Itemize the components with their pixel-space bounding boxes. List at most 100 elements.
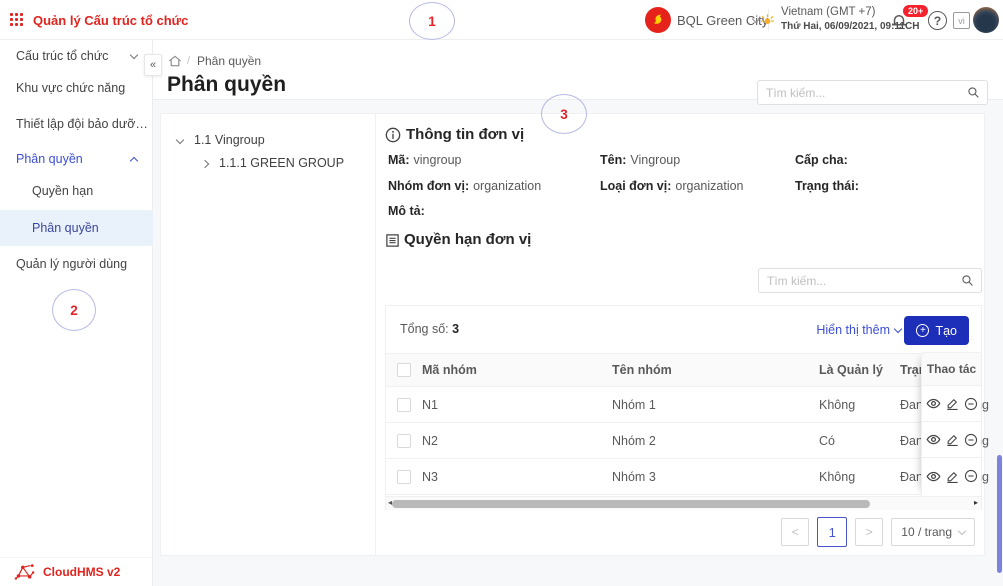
vertical-scrollbar-thumb[interactable]	[997, 455, 1002, 573]
application-window: Quản lý Cấu trúc tổ chức BQL Green City …	[0, 0, 1003, 586]
row-actions	[922, 458, 981, 494]
fixed-action-column: Thao tác	[921, 353, 981, 496]
app-grid-icon[interactable]	[10, 13, 24, 27]
horizontal-scrollbar[interactable]: ◂ ▸	[386, 496, 981, 510]
field-ten: Tên:Vingroup	[600, 151, 680, 169]
home-icon[interactable]	[168, 54, 182, 68]
chevron-down-icon[interactable]	[130, 51, 138, 59]
cell-code: N3	[422, 470, 612, 484]
row-actions	[922, 422, 981, 458]
user-avatar[interactable]	[973, 7, 999, 33]
info-circle-icon	[385, 127, 401, 143]
field-ma: Mã:vingroup	[388, 151, 461, 169]
page-search-box	[757, 80, 988, 105]
row-checkbox[interactable]	[397, 398, 411, 412]
sidebar-item-khu-vuc-chuc-nang[interactable]: Khu vực chức năng	[16, 81, 125, 95]
plus-circle-icon: +	[916, 324, 929, 337]
table-row[interactable]: N1 Nhóm 1 Không Đang hoạt động	[386, 387, 981, 423]
permissions-search-box	[758, 268, 982, 293]
cell-is-manager: Không	[819, 470, 900, 484]
pagination: < 1 > 10 / trang	[385, 517, 975, 547]
help-icon[interactable]: ?	[928, 11, 947, 30]
tree-node-green-group[interactable]: 1.1.1 GREEN GROUP	[219, 156, 344, 170]
column-ma-nhom: Mã nhóm	[422, 363, 612, 377]
field-mo-ta: Mô tả:	[388, 202, 429, 220]
sidebar-item-label: Phân quyền	[32, 221, 99, 235]
cloudhms-logo-icon	[14, 563, 35, 582]
cell-name: Nhóm 2	[612, 434, 819, 448]
sidebar-item-quan-ly-nguoi-dung[interactable]: Quản lý người dùng	[16, 257, 127, 271]
page-size-select[interactable]: 10 / trang	[891, 518, 975, 546]
cell-code: N2	[422, 434, 612, 448]
table-header-row: Mã nhóm Tên nhóm Là Quản lý Trạng thái	[386, 353, 981, 387]
view-icon[interactable]	[926, 432, 941, 447]
page-title: Phân quyền	[167, 73, 286, 97]
breadcrumb-current[interactable]: Phân quyền	[197, 54, 261, 68]
remove-icon[interactable]	[964, 397, 978, 411]
permissions-title: Quyền hạn đơn vị	[404, 231, 531, 248]
edit-icon[interactable]	[946, 433, 959, 446]
app-title: Quản lý Cấu trúc tổ chức	[33, 13, 188, 28]
table-row[interactable]: N2 Nhóm 2 Có Đang hoạt động	[386, 423, 981, 459]
prev-page-button[interactable]: <	[781, 518, 809, 546]
search-icon[interactable]	[961, 274, 974, 287]
sidebar-item-cau-truc-to-chuc[interactable]: Cấu trúc tổ chức	[16, 49, 108, 63]
row-checkbox[interactable]	[397, 434, 411, 448]
chevron-up-icon[interactable]	[130, 157, 138, 165]
search-icon[interactable]	[967, 86, 980, 99]
field-nhom-don-vi: Nhóm đơn vị:organization	[388, 177, 541, 195]
current-page-button[interactable]: 1	[817, 517, 847, 547]
field-trang-thai: Trạng thái:	[795, 177, 863, 195]
cell-code: N1	[422, 398, 612, 412]
next-page-button[interactable]: >	[855, 518, 883, 546]
remove-icon[interactable]	[964, 433, 978, 447]
annotation-circle-2: 2	[52, 289, 96, 331]
view-icon[interactable]	[926, 469, 941, 484]
column-la-quan-ly: Là Quản lý	[819, 363, 900, 377]
sidebar-item-phan-quyen-selected[interactable]: Phân quyền	[0, 210, 153, 246]
column-ten-nhom: Tên nhóm	[612, 363, 819, 377]
scroll-right-icon[interactable]: ▸	[974, 498, 978, 507]
table-list-icon	[385, 233, 400, 248]
language-selector[interactable]: vi	[953, 12, 970, 29]
annotation-circle-3: 3	[541, 94, 587, 134]
sidebar-footer: CloudHMS v2	[0, 557, 152, 586]
column-thao-tac: Thao tác	[922, 352, 981, 386]
swan-logo-icon	[650, 12, 666, 28]
chevron-down-icon	[894, 324, 902, 332]
edit-icon[interactable]	[946, 470, 959, 483]
cell-name: Nhóm 1	[612, 398, 819, 412]
chevron-down-icon	[958, 526, 966, 534]
sidebar-collapse-button[interactable]: «	[144, 54, 162, 76]
sidebar-item-thiet-lap-doi-bao-duong[interactable]: Thiết lập đội bảo dưỡng khu ...	[16, 117, 149, 131]
row-checkbox[interactable]	[397, 470, 411, 484]
total-count: Tổng số: 3	[400, 322, 459, 336]
permissions-search-input[interactable]	[759, 274, 961, 288]
sidebar-item-phan-quyen-parent[interactable]: Phân quyền	[16, 152, 83, 166]
sidebar-item-quyen-han[interactable]: Quyền hạn	[32, 184, 93, 198]
product-version-label: CloudHMS v2	[43, 565, 120, 579]
scrollbar-thumb[interactable]	[392, 500, 870, 508]
timezone-label: Vietnam (GMT +7)	[781, 6, 875, 18]
table-row[interactable]: N3 Nhóm 3 Không Đang hoạt động	[386, 459, 981, 495]
show-more-link[interactable]: Hiển thị thêm	[816, 323, 901, 337]
row-actions	[922, 386, 981, 422]
edit-icon[interactable]	[946, 397, 959, 410]
page-search-input[interactable]	[758, 86, 967, 100]
annotation-circle-1: 1	[409, 2, 455, 40]
remove-icon[interactable]	[964, 469, 978, 483]
cell-is-manager: Không	[819, 398, 900, 412]
permissions-table: Tổng số: 3 Hiển thị thêm + Tạo Mã nhóm T…	[385, 305, 982, 510]
cell-name: Nhóm 3	[612, 470, 819, 484]
tree-node-vingroup[interactable]: 1.1 Vingroup	[194, 133, 265, 147]
create-button[interactable]: + Tạo	[904, 316, 969, 345]
field-loai-don-vi: Loại đơn vị:organization	[600, 177, 744, 195]
unit-info-title: Thông tin đơn vị	[406, 126, 524, 143]
sun-weather-icon	[760, 13, 775, 28]
breadcrumb-separator: /	[187, 55, 190, 67]
view-icon[interactable]	[926, 396, 941, 411]
notification-badge: 20+	[902, 4, 929, 18]
select-all-checkbox[interactable]	[397, 363, 411, 377]
panel-divider	[375, 114, 376, 555]
org-logo-icon	[645, 7, 671, 33]
